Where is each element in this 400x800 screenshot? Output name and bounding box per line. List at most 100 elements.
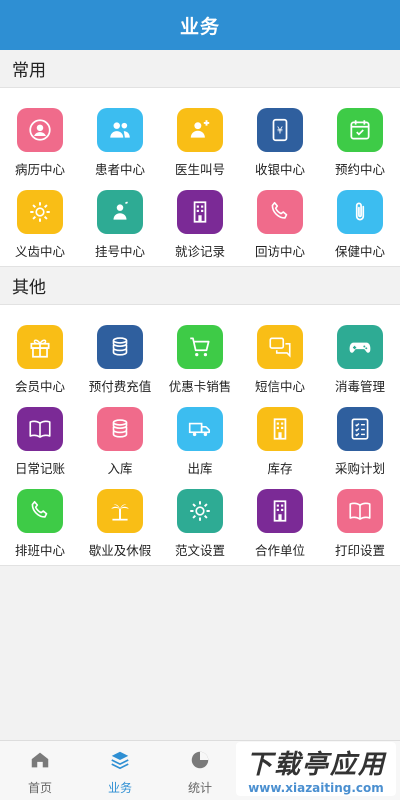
grid-item[interactable]: 出库 (160, 395, 240, 477)
tab-item[interactable]: 业务 (80, 741, 160, 800)
grid-item-label: 医生叫号 (174, 162, 225, 177)
home-icon-svg (31, 752, 49, 768)
gear-icon-svg (30, 202, 50, 222)
coins-icon (97, 407, 143, 451)
calendar-check-icon (337, 108, 383, 152)
grid-item[interactable]: 采购计划 (320, 395, 400, 477)
grid-item[interactable]: 回访中心 (240, 178, 320, 260)
tab-label: 统计 (187, 781, 212, 795)
building-icon (177, 190, 223, 234)
grid-item-label: 收银中心 (254, 162, 305, 177)
tab-label: 业务 (107, 781, 132, 795)
grid-item[interactable]: 打印设置 (320, 477, 400, 559)
grid-item-label: 打印设置 (334, 543, 385, 558)
checklist-icon (337, 407, 383, 451)
phone-icon (17, 489, 63, 533)
watermark-text: 下载亭应用 (245, 749, 386, 780)
grid-item[interactable]: 排班中心 (0, 477, 80, 559)
grid-item[interactable]: 短信中心 (240, 313, 320, 395)
gift-icon (17, 325, 63, 369)
building-icon (257, 407, 303, 451)
phone-icon-svg (271, 201, 288, 219)
grid-item-label: 歇业及休假 (88, 543, 152, 558)
cart-icon-svg (190, 337, 210, 357)
building-icon-svg (193, 201, 207, 223)
cart-icon (177, 325, 223, 369)
watermark-logo: 下载亭应用 www.xiazaiting.com (236, 742, 396, 796)
grid-item-label: 义齿中心 (14, 244, 65, 259)
grid-item-label: 病历中心 (14, 162, 65, 177)
grid-item[interactable]: 义齿中心 (0, 178, 80, 260)
grid-item[interactable]: 范文设置 (160, 477, 240, 559)
grid-item-label: 就诊记录 (174, 244, 225, 259)
grid-item[interactable]: 优惠卡销售 (160, 313, 240, 395)
phone-icon-svg (31, 500, 48, 518)
grid-item-label: 预约中心 (334, 162, 385, 177)
grid-item[interactable]: 预约中心 (320, 96, 400, 178)
grid-item-label: 入库 (107, 461, 133, 476)
grid-item[interactable]: 消毒管理 (320, 313, 400, 395)
grid-item[interactable]: 医生叫号 (160, 96, 240, 178)
building-icon (257, 489, 303, 533)
tab-item[interactable]: 统计 (160, 741, 240, 800)
people-icon-svg (110, 122, 130, 138)
grid-item-label: 消毒管理 (334, 379, 385, 394)
register-person-icon-svg (113, 201, 128, 220)
truck-icon (177, 407, 223, 451)
gamepad-icon (337, 325, 383, 369)
grid-item-label: 出库 (187, 461, 213, 476)
book-icon (17, 407, 63, 451)
grid-item[interactable]: 日常记账 (0, 395, 80, 477)
grid-item-label: 范文设置 (174, 543, 225, 558)
register-person-icon (97, 190, 143, 234)
grid-item[interactable]: 合作单位 (240, 477, 320, 559)
watermark-url: www.xiazaiting.com (248, 780, 384, 795)
grid-item[interactable]: ¥ 收银中心 (240, 96, 320, 178)
layers-icon-svg (111, 751, 129, 770)
cashier-phone-icon: ¥ (257, 108, 303, 152)
gamepad-icon-svg (349, 342, 371, 353)
gift-icon-svg (30, 339, 50, 358)
grid-item[interactable]: 保健中心 (320, 178, 400, 260)
layers-icon (109, 749, 131, 775)
section-title: 其他 (0, 267, 400, 305)
grid-item[interactable]: 歇业及休假 (80, 477, 160, 559)
paperclip-icon-svg (355, 202, 365, 221)
coins-icon-svg (112, 419, 128, 438)
book-icon-svg (349, 502, 371, 520)
book-icon-svg (29, 420, 51, 438)
grid-item[interactable]: 库存 (240, 395, 320, 477)
home-icon (29, 749, 51, 775)
grid-item-label: 库存 (267, 461, 293, 476)
grid-item[interactable]: 患者中心 (80, 96, 160, 178)
grid-item-label: 会员中心 (14, 379, 65, 394)
checklist-icon-svg (351, 418, 369, 440)
calendar-check-icon-svg (350, 120, 370, 140)
grid-item-label: 排班中心 (14, 543, 65, 558)
grid-item[interactable]: 预付费充值 (80, 313, 160, 395)
grid-item-label: 优惠卡销售 (168, 379, 232, 394)
section-grid: 会员中心 预付费充值 优惠卡销售 短信中心 消毒管理日常记账 入库 出库 库存 采购计划排班中心… (0, 305, 400, 566)
cashier-phone-icon-svg: ¥ (272, 118, 288, 142)
page-title: 业务 (179, 15, 220, 38)
grid-item[interactable]: 会员中心 (0, 313, 80, 395)
person-circle-icon (17, 108, 63, 152)
phone-icon (257, 190, 303, 234)
grid-item[interactable]: 病历中心 (0, 96, 80, 178)
book-icon (337, 489, 383, 533)
truck-icon-svg (188, 422, 211, 437)
doctor-call-icon-svg (190, 120, 210, 138)
pie-chart-icon (189, 749, 211, 775)
tab-item[interactable]: 首页 (0, 741, 80, 800)
building-icon-svg (273, 500, 287, 522)
gear-icon-svg (190, 501, 210, 521)
chat-icon (257, 325, 303, 369)
gear-icon (17, 190, 63, 234)
grid-item[interactable]: 就诊记录 (160, 178, 240, 260)
doctor-call-icon (177, 108, 223, 152)
section-title: 常用 (0, 50, 400, 88)
grid-item-label: 保健中心 (334, 244, 385, 259)
section-grid: 病历中心 患者中心 医生叫号 ¥ 收银中心 预约中心义齿中心 挂号中心 就诊记录 回访中心 保健中… (0, 88, 400, 267)
grid-item[interactable]: 入库 (80, 395, 160, 477)
grid-item[interactable]: 挂号中心 (80, 178, 160, 260)
